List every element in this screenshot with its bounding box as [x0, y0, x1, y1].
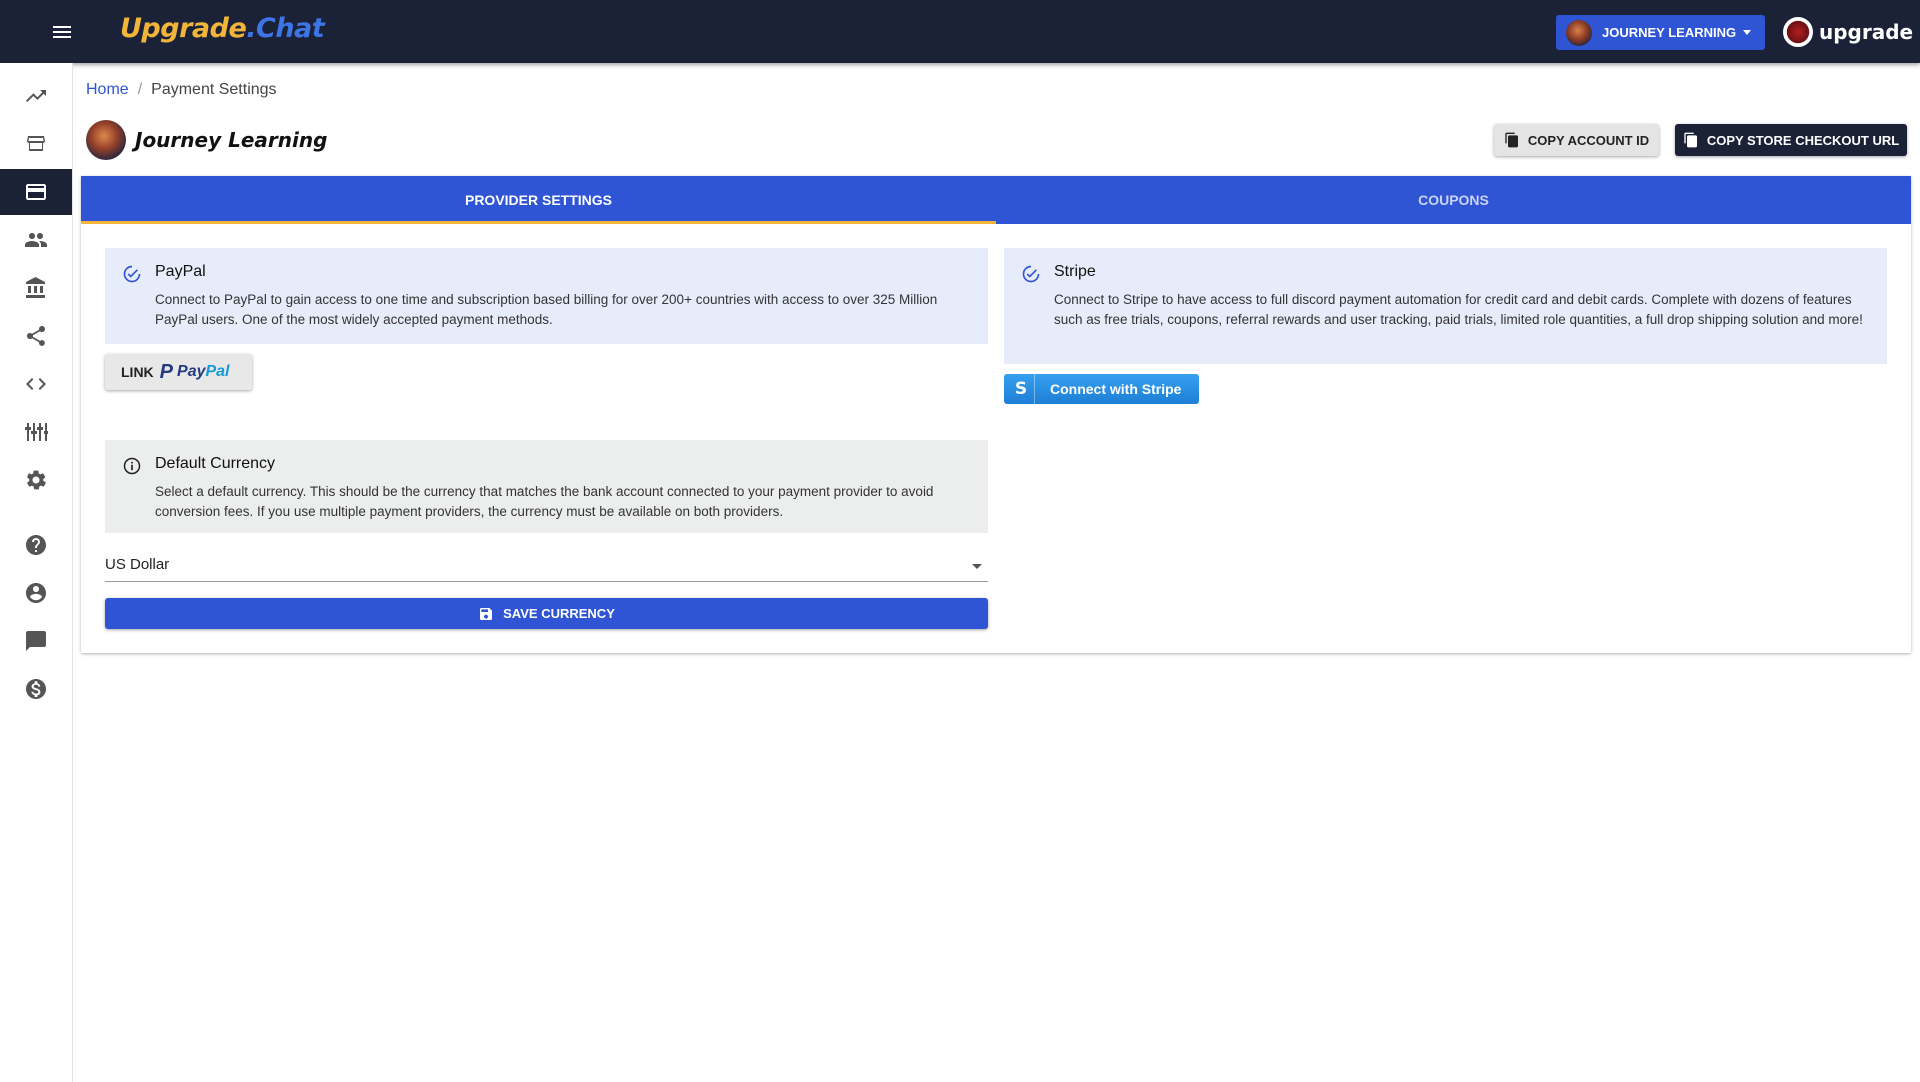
- stripe-title: Stripe: [1054, 263, 1096, 280]
- app-logo[interactable]: Upgrade.Chat: [120, 13, 325, 44]
- storefront-icon: [27, 136, 45, 151]
- breadcrumb-current: Payment Settings: [151, 81, 277, 98]
- copy-account-id-button[interactable]: COPY ACCOUNT ID: [1494, 124, 1659, 156]
- copy-icon: [1505, 132, 1518, 148]
- people-icon: [25, 233, 47, 247]
- save-icon: [480, 607, 493, 620]
- sidebar-item-members[interactable]: [0, 217, 72, 263]
- share-icon: [27, 326, 45, 346]
- store-header: Journey Learning: [86, 120, 327, 160]
- sidebar-item-payments[interactable]: [0, 169, 72, 215]
- paypal-info-box: PayPal Connect to PayPal to gain access …: [105, 248, 988, 344]
- credit-card-icon: [26, 184, 46, 200]
- copy-store-checkout-url-label: COPY STORE CHECKOUT URL: [1706, 132, 1900, 148]
- sidebar-item-billing[interactable]: [0, 666, 72, 712]
- bank-icon: [26, 277, 45, 298]
- sidebar-item-store[interactable]: [0, 121, 72, 167]
- sliders-icon: [25, 423, 48, 441]
- payment-settings-card: PROVIDER SETTINGS COUPONS PayPal Connect…: [81, 176, 1911, 653]
- paypal-brand-part1: Pay: [177, 363, 206, 380]
- paypal-logo-icon: P: [159, 360, 174, 383]
- user-avatar: [1783, 17, 1813, 47]
- store-avatar: [86, 120, 126, 160]
- sidebar-item-bank[interactable]: [0, 265, 72, 311]
- currency-select[interactable]: US Dollar: [105, 551, 988, 582]
- breadcrumb: Home / Payment Settings: [86, 81, 277, 99]
- info-icon: [123, 457, 141, 475]
- chat-icon: [26, 631, 46, 651]
- paypal-title: PayPal: [155, 263, 206, 280]
- sidebar-item-integrations[interactable]: [0, 409, 72, 455]
- store-name: Journey Learning: [135, 128, 328, 152]
- account-selector-label: JOURNEY LEARNING: [1602, 25, 1737, 40]
- save-currency-button[interactable]: SAVE CURRENCY: [105, 598, 988, 629]
- sidebar-item-share[interactable]: [0, 313, 72, 359]
- code-icon: [26, 378, 46, 390]
- account-avatar: [1566, 19, 1592, 46]
- dollar-icon: [26, 679, 46, 699]
- link-paypal-button[interactable]: LINK P Pay Pal: [105, 354, 252, 390]
- trending-up-icon: [26, 90, 46, 102]
- sidebar-item-developer[interactable]: [0, 361, 72, 407]
- user-name: upgrade: [1819, 20, 1914, 44]
- sidebar-item-help[interactable]: [0, 522, 72, 568]
- paypal-description: Connect to PayPal to gain access to one …: [155, 292, 938, 327]
- logo-text-primary: Upgrade: [120, 13, 247, 44]
- tab-provider-settings[interactable]: PROVIDER SETTINGS: [81, 176, 996, 224]
- copy-store-checkout-url-button[interactable]: COPY STORE CHECKOUT URL: [1675, 124, 1907, 156]
- user-menu[interactable]: upgrade: [1783, 17, 1913, 47]
- default-currency-title: Default Currency: [155, 455, 276, 472]
- default-currency-description: Select a default currency. This should b…: [155, 484, 934, 519]
- breadcrumb-home-link[interactable]: Home: [86, 81, 129, 98]
- sidebar-item-account[interactable]: [0, 570, 72, 616]
- account-selector-button[interactable]: JOURNEY LEARNING: [1556, 15, 1765, 50]
- logo-text-secondary: .Chat: [246, 13, 325, 44]
- account-circle-icon: [26, 583, 46, 603]
- paypal-brand-part2: Pal: [205, 363, 230, 380]
- connect-with-stripe-label: Connect with Stripe: [1050, 381, 1182, 397]
- breadcrumb-separator: /: [137, 81, 143, 98]
- gear-icon: [27, 470, 46, 490]
- chevron-down-icon: [1743, 30, 1751, 35]
- connect-with-stripe-button[interactable]: S Connect with Stripe: [1004, 374, 1199, 404]
- tab-coupons[interactable]: COUPONS: [996, 176, 1911, 224]
- stripe-info-box: Stripe Connect to Stripe to have access …: [1004, 248, 1887, 364]
- dropdown-arrow-icon: [972, 564, 982, 569]
- stripe-logo-icon: S: [1008, 374, 1035, 404]
- check-circle-icon: [123, 265, 141, 283]
- tab-bar: PROVIDER SETTINGS COUPONS: [81, 176, 1911, 224]
- hamburger-menu-icon[interactable]: [46, 20, 78, 44]
- currency-select-value: US Dollar: [105, 556, 170, 573]
- sidebar-item-chat[interactable]: [0, 618, 72, 664]
- sidebar-item-settings[interactable]: [0, 457, 72, 503]
- check-circle-icon: [1022, 265, 1040, 283]
- sidebar-item-analytics[interactable]: [0, 73, 72, 119]
- stripe-description: Connect to Stripe to have access to full…: [1054, 292, 1863, 327]
- help-icon: [26, 535, 46, 555]
- copy-account-id-label: COPY ACCOUNT ID: [1527, 132, 1650, 148]
- save-currency-label: SAVE CURRENCY: [503, 606, 615, 621]
- sidebar-nav: [0, 63, 73, 1082]
- copy-icon: [1684, 132, 1697, 148]
- top-app-bar: Upgrade.Chat JOURNEY LEARNING upgrade: [0, 0, 1920, 63]
- default-currency-info-box: Default Currency Select a default curren…: [105, 440, 988, 533]
- link-paypal-label: LINK: [121, 364, 154, 380]
